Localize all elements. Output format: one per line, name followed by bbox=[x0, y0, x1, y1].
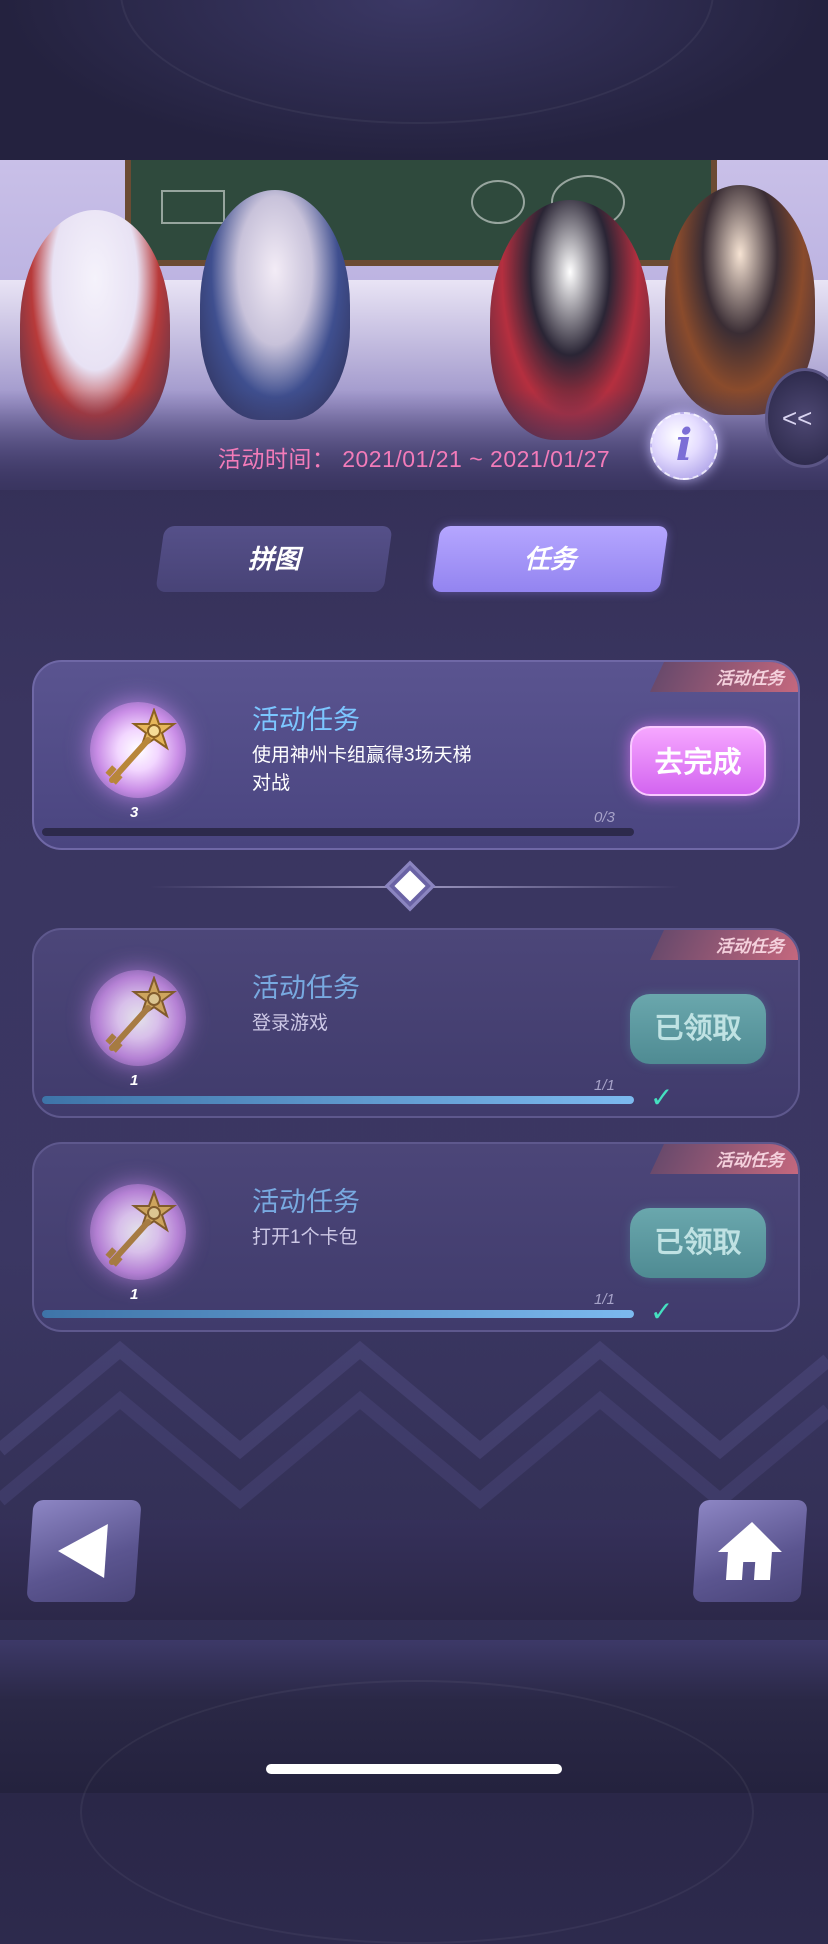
background-chevron-pattern bbox=[0, 1340, 828, 1510]
home-button[interactable] bbox=[692, 1500, 808, 1602]
task-card: 活动任务 1 活动任务 打开1个卡包 已领取 1/1 ✓ bbox=[32, 1142, 800, 1332]
check-icon: ✓ bbox=[650, 1082, 674, 1113]
task-progress-text: 0/3 bbox=[594, 809, 615, 826]
key-icon bbox=[105, 1190, 177, 1267]
reward-quantity: 1 bbox=[130, 1072, 139, 1089]
tab-task[interactable]: 任务 bbox=[431, 526, 669, 592]
task-progress-text: 1/1 bbox=[594, 1291, 615, 1308]
reward-key bbox=[90, 970, 186, 1066]
task-title: 活动任务 bbox=[252, 973, 360, 1003]
reward-quantity: 3 bbox=[130, 804, 139, 821]
event-time-label: 活动时间： bbox=[217, 446, 336, 472]
tab-task-label: 任务 bbox=[523, 544, 576, 574]
go-complete-button[interactable]: 去完成 bbox=[630, 726, 766, 796]
task-progress-bar bbox=[42, 1096, 634, 1104]
task-progress-fill bbox=[42, 1310, 634, 1318]
task-title: 活动任务 bbox=[252, 705, 360, 735]
back-arrow-icon bbox=[58, 1524, 108, 1578]
reward-quantity: 1 bbox=[130, 1286, 139, 1303]
task-progress-bar bbox=[42, 828, 634, 836]
task-card: 活动任务 1 活动任务 登录游戏 已领取 1/1 ✓ bbox=[32, 928, 800, 1118]
reward-key bbox=[90, 702, 186, 798]
task-tag: 活动任务 bbox=[716, 1151, 784, 1170]
divider-diamond-icon bbox=[388, 864, 432, 908]
task-title: 活动任务 bbox=[252, 1187, 360, 1217]
task-description: 使用神州卡组赢得3场天梯对战 bbox=[252, 745, 472, 794]
check-icon: ✓ bbox=[650, 1296, 674, 1327]
task-tag: 活动任务 bbox=[716, 937, 784, 956]
tab-puzzle-label: 拼图 bbox=[247, 544, 300, 574]
info-button[interactable]: i bbox=[650, 412, 718, 480]
claimed-button[interactable]: 已领取 bbox=[630, 1208, 766, 1278]
task-card: 活动任务 3 活动任务 使用神州卡组赢得3场天梯对战 去完成 0/3 bbox=[32, 660, 800, 850]
tab-puzzle[interactable]: 拼图 bbox=[155, 526, 393, 592]
top-decor-band bbox=[0, 0, 828, 160]
task-tag: 活动任务 bbox=[716, 669, 784, 688]
back-button[interactable] bbox=[26, 1500, 142, 1602]
task-progress-text: 1/1 bbox=[594, 1077, 615, 1094]
event-time-range: 2021/01/21 ~ 2021/01/27 bbox=[342, 446, 611, 472]
task-description: 登录游戏 bbox=[252, 1013, 329, 1034]
home-indicator[interactable] bbox=[266, 1764, 562, 1774]
key-icon bbox=[105, 976, 177, 1053]
task-progress-fill bbox=[42, 1096, 634, 1104]
reward-key bbox=[90, 1184, 186, 1280]
home-icon bbox=[717, 1522, 782, 1580]
task-description: 打开1个卡包 bbox=[252, 1227, 358, 1248]
character-hat-girl bbox=[200, 190, 350, 420]
claimed-button[interactable]: 已领取 bbox=[630, 994, 766, 1064]
key-icon bbox=[105, 708, 177, 785]
task-progress-bar bbox=[42, 1310, 634, 1318]
